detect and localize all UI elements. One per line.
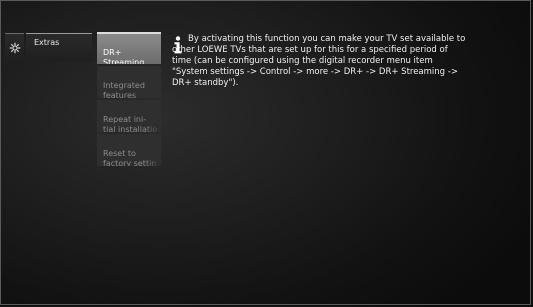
submenu-item-dr-streaming[interactable]: DR+ Streaming (97, 32, 161, 64)
submenu-item-label: Repeat ini- tial installatio (103, 115, 158, 132)
submenu-item-repeat-initial-installation[interactable]: Repeat ini- tial installatio (97, 100, 161, 132)
info-description: By activating this function you can make… (172, 34, 466, 88)
extras-menu-button[interactable]: Extras (26, 33, 92, 61)
submenu-item-integrated-features[interactable]: Integrated features (97, 66, 161, 98)
submenu-item-reset-factory-settings[interactable]: Reset to factory settin (97, 134, 161, 166)
submenu-item-label: DR+ Streaming (103, 48, 145, 64)
submenu-item-label: Integrated features (103, 81, 145, 98)
info-panel: By activating this function you can make… (172, 34, 468, 89)
extras-submenu: DR+ Streaming Integrated features Repeat… (97, 32, 161, 168)
gear-icon (9, 42, 21, 54)
info-icon (172, 36, 184, 54)
tv-screen: Extras DR+ Streaming Integrated features… (0, 0, 533, 307)
submenu-item-label: Reset to factory settin (103, 149, 157, 166)
menu-icon-cell[interactable] (5, 33, 24, 62)
